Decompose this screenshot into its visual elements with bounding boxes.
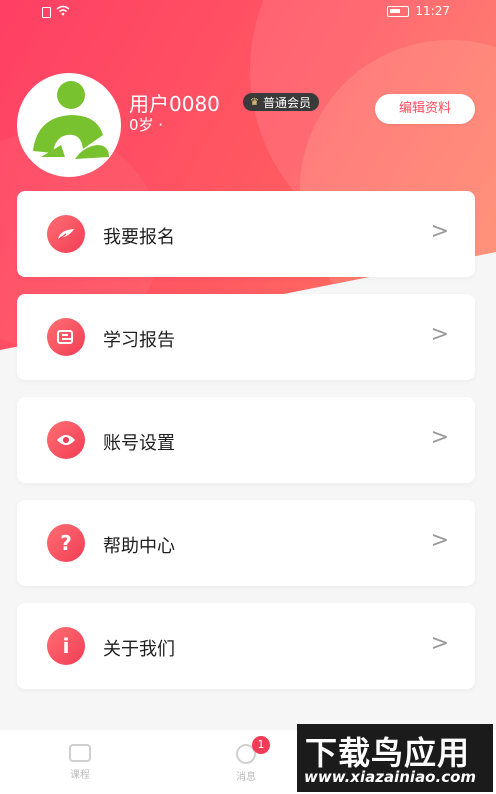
- member-badge: ♛ 普通会员: [243, 93, 319, 111]
- menu-item-label: 关于我们: [103, 639, 175, 660]
- course-icon: [69, 744, 91, 762]
- pen-icon: [47, 215, 85, 253]
- menu-item-signup[interactable]: 我要报名 >: [17, 191, 475, 277]
- member-badge-label: 普通会员: [262, 95, 311, 110]
- status-bar: 11:27: [0, 0, 496, 26]
- status-time: 11:27: [415, 4, 450, 18]
- sim-card-icon: [42, 6, 51, 18]
- username: 用户0080: [129, 92, 220, 116]
- chevron-right-icon: >: [430, 219, 449, 244]
- tab-label: 消息: [236, 772, 256, 783]
- edit-profile-button[interactable]: 编辑资料: [375, 94, 475, 124]
- question-icon: ?: [47, 524, 85, 562]
- info-icon: i: [47, 627, 85, 665]
- tab-courses[interactable]: 课程: [50, 744, 110, 781]
- user-age: 0岁 ·: [129, 116, 164, 134]
- menu-item-label: 学习报告: [103, 330, 175, 351]
- chevron-right-icon: >: [430, 322, 449, 347]
- battery-icon: [387, 5, 410, 17]
- menu-item-label: 我要报名: [103, 227, 175, 248]
- watermark-url: www.xiazainiao.com: [304, 768, 477, 786]
- chevron-right-icon: >: [430, 528, 449, 553]
- crown-icon: ♛: [250, 96, 259, 108]
- chevron-right-icon: >: [430, 425, 449, 450]
- menu-item-about-us[interactable]: i 关于我们 >: [17, 603, 475, 689]
- avatar[interactable]: [17, 73, 121, 177]
- menu-item-label: 账号设置: [103, 433, 175, 454]
- tab-label: 课程: [70, 770, 90, 781]
- menu-item-account-settings[interactable]: 账号设置 >: [17, 397, 475, 483]
- user-avatar-icon: [33, 81, 109, 159]
- menu-item-label: 帮助中心: [103, 536, 175, 557]
- watermark-logo: 下载鸟应用 www.xiazainiao.com: [297, 724, 493, 792]
- eye-icon: [47, 421, 85, 459]
- report-icon: [47, 318, 85, 356]
- menu-item-study-report[interactable]: 学习报告 >: [17, 294, 475, 380]
- chevron-right-icon: >: [430, 631, 449, 656]
- menu-item-help-center[interactable]: ? 帮助中心 >: [17, 500, 475, 586]
- message-count-badge: 1: [252, 736, 270, 754]
- wifi-icon: [56, 5, 70, 19]
- tab-messages[interactable]: 1 消息: [216, 736, 276, 783]
